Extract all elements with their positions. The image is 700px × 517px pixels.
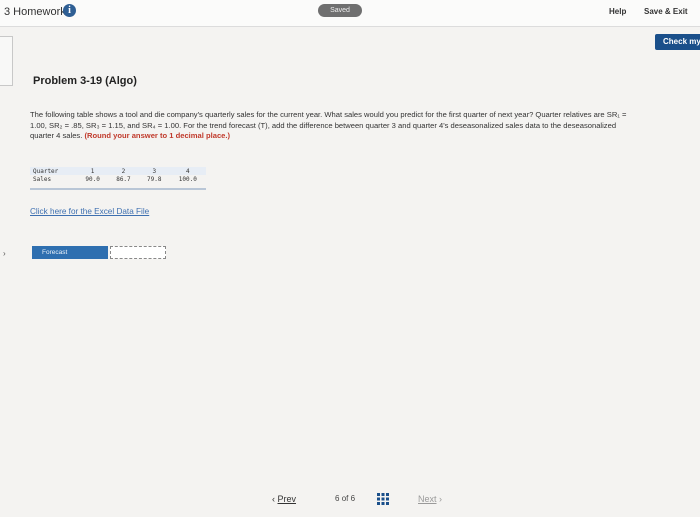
side-panel-tab[interactable] [0,36,13,86]
top-bar: 3 Homework i Saved Help Save & Exit [0,0,700,27]
page-counter: 6 of 6 [335,494,355,503]
sales-table: Quarter 1 2 3 4 Sales 90.0 86.7 79.8 100… [30,167,206,183]
quarter-header: Quarter [30,167,78,175]
prev-label: Prev [277,494,297,504]
table-cell: 1 [77,167,109,175]
table-row-quarter: Quarter 1 2 3 4 [30,167,206,175]
saved-status-badge: Saved [318,4,362,17]
chevron-right-icon: › [436,494,443,504]
assignment-title: 3 Homework [4,6,66,18]
table-cell: 4 [169,167,206,175]
problem-statement: The following table shows a tool and die… [30,110,630,142]
save-exit-button[interactable]: Save & Exit [644,7,688,16]
check-my-work-button[interactable]: Check my [655,34,700,50]
table-cell: 3 [138,167,170,175]
table-cell: 86.7 [116,175,131,183]
page-current: 6 [335,494,340,503]
table-cell: 90.0 [85,175,100,183]
sales-header: Sales [33,175,52,183]
next-label: Next [418,494,437,504]
rounding-instruction: (Round your answer to 1 decimal place.) [84,131,231,140]
problem-title: Problem 3-19 (Algo) [33,75,137,87]
prev-button[interactable]: ‹ Prev [272,494,296,504]
table-divider [30,188,206,190]
help-button[interactable]: Help [609,7,626,16]
info-icon[interactable]: i [63,4,76,17]
table-cell: 100.0 [178,175,197,183]
table-cell: 79.8 [147,175,162,183]
next-button[interactable]: Next › [418,494,442,504]
excel-data-link[interactable]: Click here for the Excel Data File [30,207,149,216]
side-arrow-icon[interactable]: › [3,249,6,258]
forecast-input[interactable] [110,246,166,259]
forecast-label: Forecast [32,246,108,259]
table-row-sales: Sales 90.0 86.7 79.8 100.0 [30,175,206,183]
page-of: of [341,494,349,503]
table-cell: 2 [108,167,139,175]
bottom-navigation: ‹ Prev 6 of 6 Next › [0,480,700,517]
page-total: 6 [350,494,356,503]
grid-icon[interactable] [377,493,389,505]
